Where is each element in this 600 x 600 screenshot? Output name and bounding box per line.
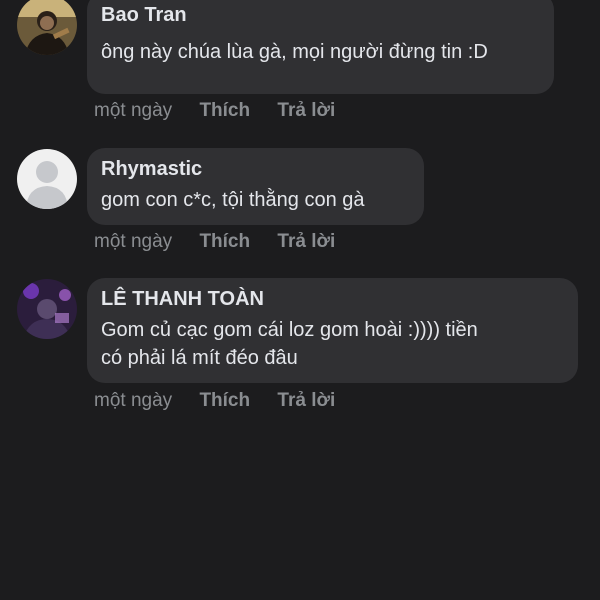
avatar[interactable] [17, 279, 77, 339]
like-button[interactable]: Thích [199, 390, 250, 412]
comment-item: LÊ THANH TOÀN Gom củ cạc gom cái loz gom… [0, 0, 600, 420]
profile-photo-icon [17, 279, 77, 339]
comment-text: Gom củ cạc gom cái loz gom hoài :)))) ti… [101, 319, 478, 369]
comment-bubble: LÊ THANH TOÀN Gom củ cạc gom cái loz gom… [87, 278, 578, 383]
reply-button[interactable]: Trả lời [277, 390, 335, 412]
comment-author[interactable]: LÊ THANH TOÀN [101, 286, 564, 312]
comment-actions: một ngày Thích Trả lời [94, 390, 335, 412]
comment-timestamp[interactable]: một ngày [94, 390, 172, 412]
